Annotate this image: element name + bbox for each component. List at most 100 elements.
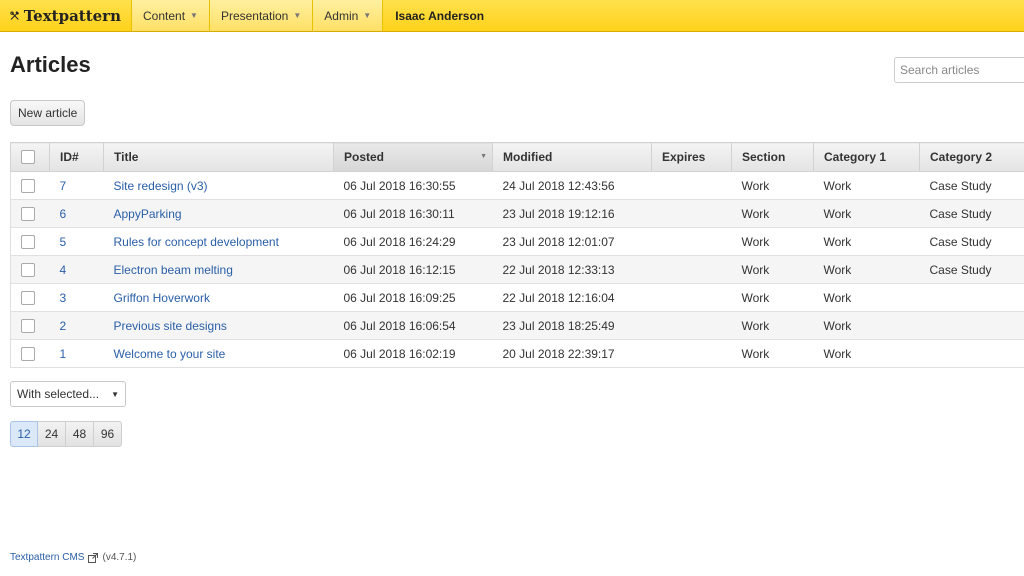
category2-cell bbox=[919, 311, 1024, 340]
page-size-option-48[interactable]: 48 bbox=[66, 421, 94, 447]
article-id-link[interactable]: 2 bbox=[60, 319, 67, 333]
row-checkbox[interactable] bbox=[21, 346, 35, 361]
table-body: 7 Site redesign (v3) 06 Jul 2018 16:30:5… bbox=[10, 171, 1024, 368]
table-row: 6 AppyParking 06 Jul 2018 16:30:11 23 Ju… bbox=[10, 199, 1024, 228]
category2-cell bbox=[919, 339, 1024, 368]
section-cell: Work bbox=[731, 283, 814, 312]
row-checkbox[interactable] bbox=[21, 206, 35, 221]
article-title-link[interactable]: Site redesign (v3) bbox=[114, 179, 208, 193]
category2-cell: Case Study bbox=[919, 171, 1024, 200]
row-checkbox[interactable] bbox=[21, 178, 35, 193]
section-cell: Work bbox=[731, 171, 814, 200]
modified-cell: 23 Jul 2018 12:01:07 bbox=[492, 227, 652, 256]
expires-cell bbox=[651, 283, 732, 312]
posted-cell: 06 Jul 2018 16:06:54 bbox=[333, 311, 493, 340]
modified-cell: 20 Jul 2018 22:39:17 bbox=[492, 339, 652, 368]
category1-cell: Work bbox=[813, 171, 920, 200]
column-header-modified[interactable]: Modified bbox=[492, 142, 652, 172]
table-row: 2 Previous site designs 06 Jul 2018 16:0… bbox=[10, 311, 1024, 340]
page-size-option-96[interactable]: 96 bbox=[94, 421, 122, 447]
column-header-category2[interactable]: Category 2 bbox=[919, 142, 1024, 172]
row-checkbox[interactable] bbox=[21, 290, 35, 305]
row-checkbox[interactable] bbox=[21, 318, 35, 333]
section-cell: Work bbox=[731, 255, 814, 284]
article-id-link[interactable]: 6 bbox=[60, 207, 67, 221]
table-row: 4 Electron beam melting 06 Jul 2018 16:1… bbox=[10, 255, 1024, 284]
section-cell: Work bbox=[731, 199, 814, 228]
external-link-icon bbox=[88, 552, 99, 563]
with-selected-dropdown[interactable]: With selected... ▼ bbox=[10, 381, 126, 407]
category2-cell bbox=[919, 283, 1024, 312]
posted-cell: 06 Jul 2018 16:12:15 bbox=[333, 255, 493, 284]
nav-tab-label: Admin bbox=[324, 8, 359, 23]
posted-cell: 06 Jul 2018 16:09:25 bbox=[333, 283, 493, 312]
category1-cell: Work bbox=[813, 227, 920, 256]
with-selected-value: With selected... bbox=[17, 387, 100, 401]
row-select-cell bbox=[10, 255, 50, 284]
column-header-label: Posted bbox=[344, 150, 385, 164]
chevron-down-icon: ▼ bbox=[111, 389, 119, 399]
column-header-title[interactable]: Title bbox=[103, 142, 334, 172]
new-article-button[interactable]: New article bbox=[10, 100, 86, 126]
article-title-link[interactable]: AppyParking bbox=[114, 207, 182, 221]
footer: Textpattern CMS (v4.7.1) bbox=[10, 552, 136, 563]
modified-cell: 22 Jul 2018 12:16:04 bbox=[492, 283, 652, 312]
expires-cell bbox=[651, 255, 732, 284]
select-all-checkbox[interactable] bbox=[21, 150, 35, 165]
search-input[interactable] bbox=[894, 57, 1024, 83]
category2-cell: Case Study bbox=[919, 255, 1024, 284]
textpattern-cms-link[interactable]: Textpattern CMS bbox=[10, 552, 84, 563]
posted-cell: 06 Jul 2018 16:30:55 bbox=[333, 171, 493, 200]
category1-cell: Work bbox=[813, 311, 920, 340]
hammer-wrench-icon bbox=[10, 10, 19, 20]
nav-tab-label: Content bbox=[143, 8, 186, 23]
top-navigation-bar: Textpattern Content ▼ Presentation ▼ Adm… bbox=[0, 0, 1024, 32]
row-select-cell bbox=[10, 311, 50, 340]
modified-cell: 23 Jul 2018 19:12:16 bbox=[492, 199, 652, 228]
category1-cell: Work bbox=[813, 199, 920, 228]
article-title-link[interactable]: Previous site designs bbox=[114, 319, 227, 333]
page-size-option-12[interactable]: 12 bbox=[10, 421, 38, 447]
chevron-down-icon: ▼ bbox=[363, 11, 372, 20]
table-row: 5 Rules for concept development 06 Jul 2… bbox=[10, 227, 1024, 256]
article-id-link[interactable]: 1 bbox=[60, 347, 67, 361]
articles-table: ID# Title Posted ▼ Modified Expires Secti… bbox=[10, 142, 1024, 368]
section-cell: Work bbox=[731, 339, 814, 368]
page-size-option-24[interactable]: 24 bbox=[38, 421, 66, 447]
chevron-down-icon: ▼ bbox=[293, 11, 302, 20]
current-user[interactable]: Isaac Anderson bbox=[382, 0, 496, 31]
column-header-expires[interactable]: Expires bbox=[651, 142, 732, 172]
column-header-posted[interactable]: Posted ▼ bbox=[333, 142, 493, 172]
column-header-section[interactable]: Section bbox=[731, 142, 814, 172]
row-select-cell bbox=[10, 171, 50, 200]
brand[interactable]: Textpattern bbox=[0, 0, 131, 31]
nav-tab-content[interactable]: Content ▼ bbox=[131, 0, 209, 31]
row-checkbox[interactable] bbox=[21, 234, 35, 249]
article-id-link[interactable]: 5 bbox=[60, 235, 67, 249]
table-row: 3 Griffon Hoverwork 06 Jul 2018 16:09:25… bbox=[10, 283, 1024, 312]
category1-cell: Work bbox=[813, 339, 920, 368]
section-cell: Work bbox=[731, 311, 814, 340]
posted-cell: 06 Jul 2018 16:24:29 bbox=[333, 227, 493, 256]
modified-cell: 23 Jul 2018 18:25:49 bbox=[492, 311, 652, 340]
brand-name: Textpattern bbox=[23, 6, 121, 25]
table-row: 1 Welcome to your site 06 Jul 2018 16:02… bbox=[10, 339, 1024, 368]
article-id-link[interactable]: 4 bbox=[60, 263, 67, 277]
article-id-link[interactable]: 7 bbox=[60, 179, 67, 193]
article-title-link[interactable]: Electron beam melting bbox=[114, 263, 233, 277]
section-cell: Work bbox=[731, 227, 814, 256]
posted-cell: 06 Jul 2018 16:02:19 bbox=[333, 339, 493, 368]
row-checkbox[interactable] bbox=[21, 262, 35, 277]
nav-tab-admin[interactable]: Admin ▼ bbox=[312, 0, 383, 31]
category2-cell: Case Study bbox=[919, 227, 1024, 256]
row-select-cell bbox=[10, 227, 50, 256]
article-title-link[interactable]: Griffon Hoverwork bbox=[114, 291, 210, 305]
column-header-category1[interactable]: Category 1 bbox=[813, 142, 920, 172]
article-id-link[interactable]: 3 bbox=[60, 291, 67, 305]
article-title-link[interactable]: Rules for concept development bbox=[114, 235, 279, 249]
article-title-link[interactable]: Welcome to your site bbox=[114, 347, 226, 361]
nav-tab-presentation[interactable]: Presentation ▼ bbox=[208, 0, 313, 31]
page-size-selector: 12 24 48 96 bbox=[10, 421, 122, 447]
column-header-id[interactable]: ID# bbox=[49, 142, 104, 172]
category1-cell: Work bbox=[813, 283, 920, 312]
